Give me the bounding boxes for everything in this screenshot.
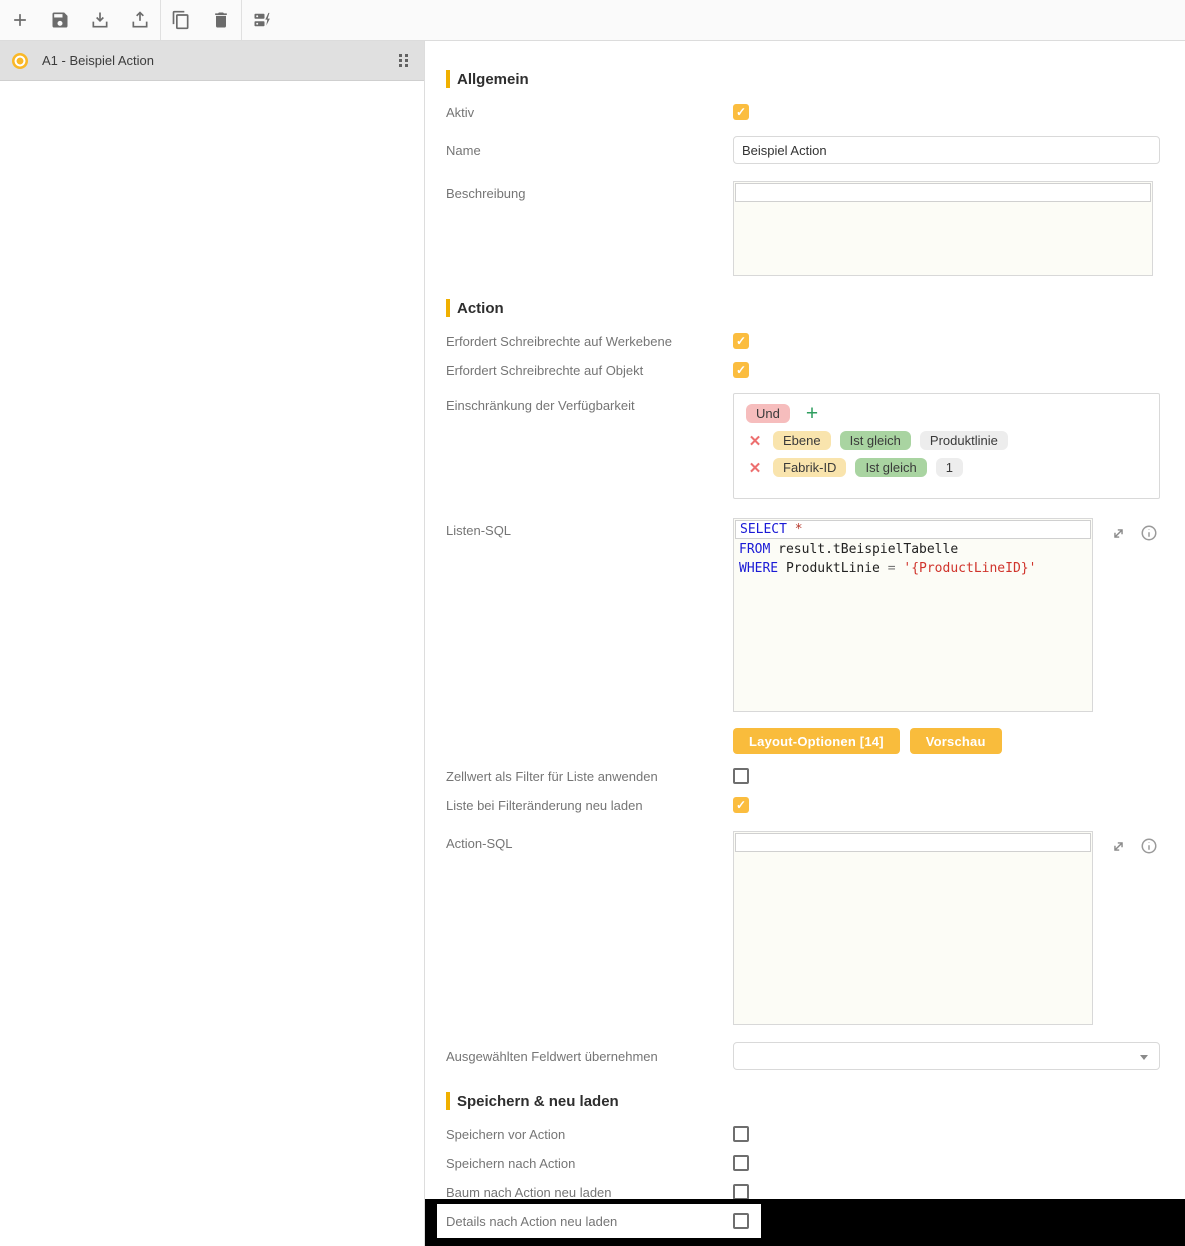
copy-button[interactable] [161,0,201,40]
section-action: Action [425,298,1185,318]
field-row-aktiv: Aktiv [425,104,1185,120]
field-row-schreibrechte-werkebene: Erfordert Schreibrechte auf Werkebene [425,333,1185,349]
info-icon[interactable] [1140,524,1158,542]
delete-button[interactable] [201,0,241,40]
field-row-liste-neu-laden: Liste bei Filteränderung neu laden [425,797,1185,813]
speichern-nach-checkbox[interactable] [733,1155,749,1171]
zellwert-label: Zellwert als Filter für Liste anwenden [446,768,658,784]
field-row-einschraenkung: Einschränkung der Verfügbarkeit Und + ✕ … [425,393,1185,499]
field-row-name: Name [425,136,1185,164]
zellwert-checkbox[interactable] [733,768,749,784]
dns-flash-icon [254,12,271,28]
field-row-schreibrechte-objekt: Erfordert Schreibrechte auf Objekt [425,362,1185,378]
action-radio-icon [12,52,28,69]
condition-operator-chip[interactable]: Ist gleich [839,431,911,450]
save-icon [52,12,68,28]
sidebar-item-selected[interactable]: A1 - Beispiel Action [0,41,424,81]
condition-value-chip[interactable]: Produktlinie [919,431,1008,450]
aktiv-checkbox[interactable] [733,104,749,120]
name-input[interactable] [733,136,1160,164]
field-row-listen-sql: Listen-SQL SELECT * FROM result.tBeispiel… [425,518,1185,712]
field-row-action-sql: Action-SQL [425,831,1185,1025]
sidebar-item-label: A1 - Beispiel Action [42,53,155,68]
baum-neu-laden-checkbox[interactable] [733,1184,749,1200]
speichern-nach-label: Speichern nach Action [446,1155,576,1171]
plus-icon [14,14,26,26]
baum-neu-laden-label: Baum nach Action neu laden [446,1184,612,1200]
liste-neu-laden-label: Liste bei Filteränderung neu laden [446,797,643,813]
vorschau-button[interactable]: Vorschau [909,728,1002,754]
condition-value-chip[interactable]: 1 [935,458,963,477]
availability-filter-builder: Und + ✕ Ebene Ist gleich Produktlinie ✕ … [733,393,1160,499]
speichern-vor-label: Speichern vor Action [446,1126,566,1142]
copy-icon [172,10,189,30]
section-accent-bar [446,70,450,88]
filter-condition-row: ✕ Ebene Ist gleich Produktlinie [746,431,1147,450]
feldwert-label: Ausgewählten Feldwert übernehmen [446,1048,658,1064]
condition-operator-chip[interactable]: Ist gleich [855,458,927,477]
toolbar [0,0,1185,41]
info-icon[interactable] [1140,837,1158,855]
remove-condition-icon[interactable]: ✕ [746,459,764,477]
section-title: Action [457,299,504,317]
expand-icon[interactable] [1110,525,1127,542]
detail-panel: Allgemein Aktiv Name Beschreibung Action… [425,41,1185,1246]
field-row-zellwert: Zellwert als Filter für Liste anwenden [425,768,1185,784]
sidebar: A1 - Beispiel Action [0,41,425,1246]
name-label: Name [446,142,481,158]
beschreibung-editor[interactable] [733,181,1153,276]
download-icon [92,12,108,28]
field-row-speichern-vor: Speichern vor Action [425,1126,1185,1142]
field-row-details-neu-laden: Details nach Action neu laden [437,1204,761,1238]
sql-buttons-row: Layout-Optionen [14] Vorschau [425,728,1185,754]
action-sql-label: Action-SQL [446,836,513,851]
listen-sql-editor[interactable]: SELECT * FROM result.tBeispielTabelle WHER… [733,518,1093,712]
section-accent-bar [446,1092,450,1110]
field-row-speichern-nach: Speichern nach Action [425,1155,1185,1171]
filter-operator-chip[interactable]: Und [746,404,790,423]
feldwert-select[interactable] [733,1042,1160,1070]
liste-neu-laden-checkbox[interactable] [733,797,749,813]
upload-icon [132,11,148,28]
action-sql-editor[interactable] [733,831,1093,1025]
section-title: Allgemein [457,70,529,88]
field-row-feldwert: Ausgewählten Feldwert übernehmen [425,1042,1185,1070]
condition-field-chip[interactable]: Fabrik-ID [773,458,847,477]
details-neu-laden-label: Details nach Action neu laden [446,1213,618,1229]
expand-icon[interactable] [1110,838,1127,855]
drag-handle-icon[interactable] [399,54,408,67]
upload-button[interactable] [120,0,160,40]
section-title: Speichern & neu laden [457,1092,619,1110]
trash-icon [215,12,227,28]
einschraenkung-label: Einschränkung der Verfügbarkeit [446,398,635,413]
condition-field-chip[interactable]: Ebene [773,431,831,450]
add-condition-icon[interactable]: + [806,403,818,424]
remove-condition-icon[interactable]: ✕ [746,432,764,450]
schreibrechte-werkebene-checkbox[interactable] [733,333,749,349]
section-accent-bar [446,299,450,317]
download-button[interactable] [80,0,120,40]
field-row-beschreibung: Beschreibung [425,181,1185,276]
beschreibung-label: Beschreibung [446,186,526,201]
run-batch-button[interactable] [242,0,282,40]
add-button[interactable] [0,0,40,40]
chevron-down-icon [1140,1055,1148,1060]
schreibrechte-werkebene-label: Erfordert Schreibrechte auf Werkebene [446,333,672,349]
schreibrechte-objekt-label: Erfordert Schreibrechte auf Objekt [446,362,644,378]
speichern-vor-checkbox[interactable] [733,1126,749,1142]
aktiv-label: Aktiv [446,104,475,120]
details-neu-laden-checkbox[interactable] [733,1213,749,1229]
layout-optionen-button[interactable]: Layout-Optionen [14] [733,728,900,754]
save-button[interactable] [40,0,80,40]
section-speichern: Speichern & neu laden [425,1091,1185,1111]
filter-condition-row: ✕ Fabrik-ID Ist gleich 1 [746,458,1147,477]
section-allgemein: Allgemein [425,69,1185,89]
listen-sql-label: Listen-SQL [446,523,512,538]
schreibrechte-objekt-checkbox[interactable] [733,362,749,378]
field-row-baum-neu-laden: Baum nach Action neu laden [425,1184,1185,1200]
